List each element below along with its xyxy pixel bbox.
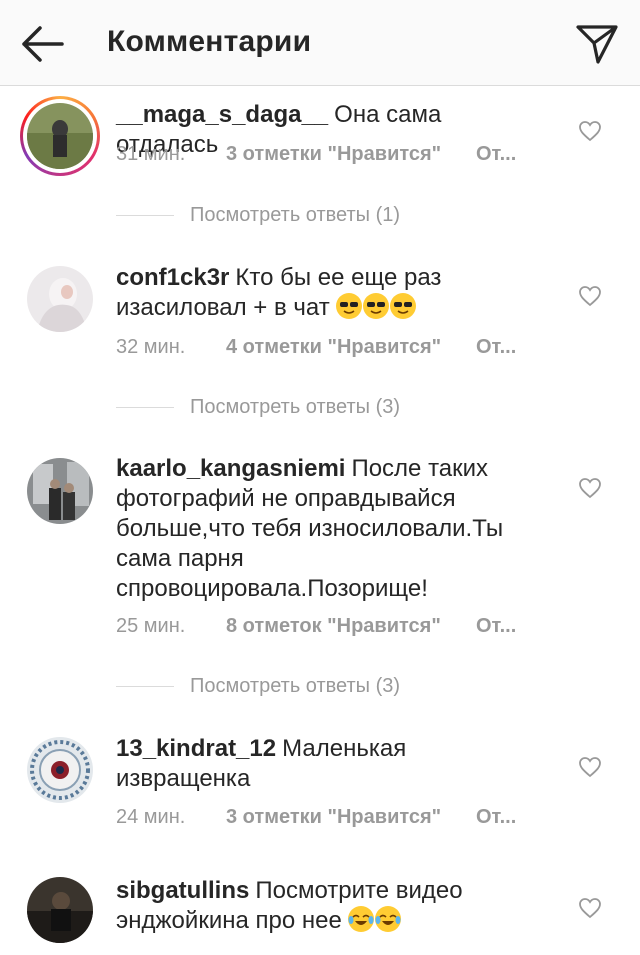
- sunglasses-emoji: [363, 293, 390, 319]
- reply-button[interactable]: От...: [476, 615, 516, 637]
- comment-meta: 31 мин. 3 отметки "Нравится" От...: [116, 143, 516, 166]
- tears-of-joy-emoji: [348, 906, 375, 932]
- reply-button[interactable]: От...: [476, 806, 516, 828]
- comment-username[interactable]: conf1ck3r: [116, 264, 229, 291]
- likes-count[interactable]: 3 отметки "Нравится": [226, 806, 476, 829]
- heart-icon[interactable]: [578, 756, 602, 778]
- comment-text: sibgatullins Посмотрите видео энджойкина …: [116, 876, 546, 936]
- view-replies-label: Посмотреть ответы (3): [190, 395, 401, 418]
- sunglasses-emoji: [336, 293, 363, 319]
- comment-time: 32 мин.: [116, 336, 186, 358]
- avatar[interactable]: [20, 96, 100, 176]
- page-title: Комментарии: [107, 25, 312, 58]
- likes-count[interactable]: 3 отметки "Нравится": [226, 143, 476, 166]
- view-replies-label: Посмотреть ответы (1): [190, 203, 401, 226]
- paper-plane-icon[interactable]: [574, 20, 620, 66]
- heart-icon[interactable]: [578, 897, 602, 919]
- comment-time: 31 мин.: [116, 143, 186, 165]
- sunglasses-emoji: [390, 293, 417, 319]
- divider: [116, 214, 174, 216]
- divider: [116, 406, 174, 408]
- heart-icon[interactable]: [578, 477, 602, 499]
- comment-time: 25 мин.: [116, 615, 186, 637]
- comment-meta: 32 мин. 4 отметки "Нравится" От...: [116, 336, 516, 359]
- likes-count[interactable]: 4 отметки "Нравится": [226, 336, 476, 359]
- view-replies-button[interactable]: Посмотреть ответы (1): [116, 200, 400, 230]
- arrow-left-icon[interactable]: [18, 24, 66, 64]
- comment-username[interactable]: __maga_s_daga__: [116, 101, 328, 128]
- reply-button[interactable]: От...: [476, 336, 516, 358]
- divider: [116, 685, 174, 687]
- comment-username[interactable]: kaarlo_kangasniemi: [116, 455, 345, 482]
- likes-count[interactable]: 8 отметок "Нравится": [226, 615, 476, 638]
- comment-text: conf1ck3r Кто бы ее еще раз изасиловал + …: [116, 263, 546, 323]
- avatar-image: [27, 458, 93, 524]
- view-replies-button[interactable]: Посмотреть ответы (3): [116, 671, 400, 701]
- heart-icon[interactable]: [578, 120, 602, 142]
- comment-text: kaarlo_kangasniemi После таких фотографий…: [116, 454, 546, 604]
- reply-button[interactable]: От...: [476, 143, 516, 165]
- heart-icon[interactable]: [578, 285, 602, 307]
- avatar[interactable]: [27, 266, 93, 332]
- comment-meta: 24 мин. 3 отметки "Нравится" От...: [116, 806, 516, 829]
- view-replies-button[interactable]: Посмотреть ответы (3): [116, 392, 400, 422]
- view-replies-label: Посмотреть ответы (3): [190, 674, 401, 697]
- top-bar: Комментарии: [0, 0, 640, 86]
- comment-text: 13_kindrat_12 Маленькая извращенка: [116, 734, 546, 794]
- avatar-image: [27, 737, 93, 803]
- avatar[interactable]: [27, 877, 93, 943]
- avatar[interactable]: [27, 458, 93, 524]
- avatar-image: [27, 877, 93, 943]
- avatar-image: [27, 266, 93, 332]
- avatar-image: [27, 103, 93, 169]
- tears-of-joy-emoji: [375, 906, 402, 932]
- comment-username[interactable]: sibgatullins: [116, 877, 249, 904]
- comment-username[interactable]: 13_kindrat_12: [116, 735, 276, 762]
- comment-meta: 25 мин. 8 отметок "Нравится" От...: [116, 615, 516, 638]
- avatar[interactable]: [27, 737, 93, 803]
- comment-time: 24 мин.: [116, 806, 186, 828]
